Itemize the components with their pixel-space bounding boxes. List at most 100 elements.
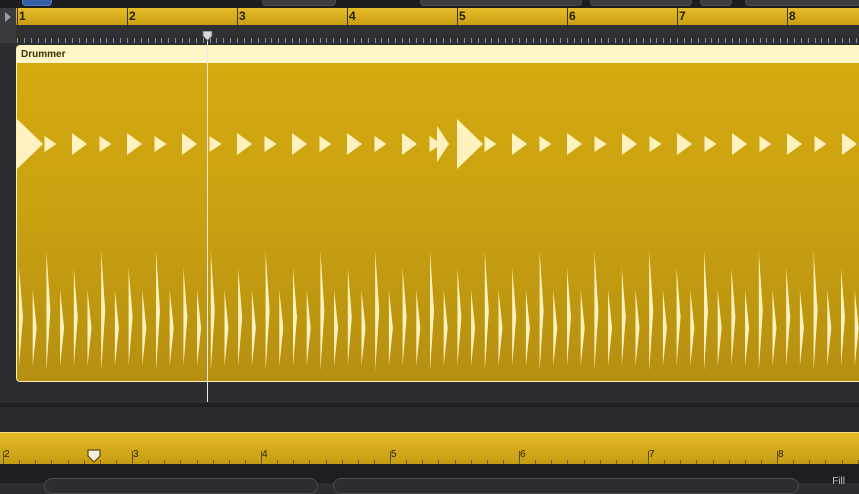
- toolbar-button[interactable]: [262, 0, 336, 6]
- drum-hit-spike: [251, 290, 256, 366]
- drum-hit-spike: [265, 251, 270, 371]
- track-area[interactable]: Drummer: [0, 43, 859, 403]
- drum-hit-spike: [662, 290, 667, 366]
- drum-hit-spike: [525, 290, 530, 366]
- drum-hit-triangle: [594, 136, 607, 152]
- bar-number: 2: [129, 9, 136, 23]
- drum-hit-spike: [690, 290, 695, 366]
- bar-number: 4: [349, 9, 356, 23]
- drum-hit-triangle: [649, 136, 662, 152]
- drum-hit-spike: [758, 251, 763, 371]
- bar-number: 6: [569, 9, 576, 23]
- drum-hit-triangle: [237, 133, 252, 155]
- top-toolbar-strip: [0, 0, 859, 8]
- drum-hit-triangle: [209, 136, 222, 152]
- drum-hit-triangle: [539, 136, 552, 152]
- toolbar-button[interactable]: [700, 0, 732, 6]
- drum-hit-triangle: [182, 133, 197, 155]
- drum-hit-spike: [827, 290, 832, 366]
- drum-hit-triangle: [127, 133, 142, 155]
- playhead-line[interactable]: [207, 36, 208, 402]
- drum-hit-spike: [87, 290, 92, 366]
- drum-hit-triangle: [437, 126, 449, 162]
- drum-hit-spike: [841, 268, 845, 366]
- bar-number: 3: [239, 9, 246, 23]
- drum-hit-triangle: [402, 133, 417, 155]
- drum-hit-spike: [471, 290, 476, 366]
- drum-hit-spike: [799, 290, 804, 366]
- drum-hit-spike: [580, 290, 585, 366]
- drum-hit-spike: [114, 290, 119, 366]
- drum-hit-spike: [334, 290, 339, 366]
- drum-hit-triangle: [484, 136, 497, 152]
- drum-hit-spike: [512, 268, 517, 366]
- drum-hit-spike: [484, 251, 489, 371]
- drum-hit-spike: [786, 268, 791, 366]
- bar-number: 5: [459, 9, 466, 23]
- drum-hit-triangle: [292, 133, 307, 155]
- drummer-region[interactable]: Drummer: [16, 45, 859, 382]
- drum-hit-triangle: [347, 133, 362, 155]
- drum-hit-spike: [635, 290, 640, 366]
- position-marker-icon[interactable]: [86, 448, 102, 464]
- mini-bar-number: 5: [391, 449, 397, 460]
- bottom-controls-bar: [0, 464, 859, 494]
- control-pill[interactable]: [44, 478, 318, 494]
- drum-hit-spike: [128, 268, 133, 366]
- drum-hit-spike: [361, 290, 366, 366]
- drum-hit-triangle: [842, 133, 857, 155]
- drum-hit-triangle: [622, 133, 637, 155]
- disclosure-triangle-icon[interactable]: [5, 12, 11, 22]
- toolbar-button[interactable]: [420, 0, 582, 6]
- drum-hit-spike: [416, 290, 421, 366]
- drum-hit-triangle: [72, 133, 87, 155]
- drum-hit-triangle: [264, 136, 277, 152]
- drum-hit-spike: [717, 290, 722, 366]
- toolbar-button[interactable]: [22, 0, 52, 6]
- drum-hit-spike: [402, 268, 407, 366]
- toolbar-button[interactable]: [745, 0, 859, 6]
- cycle-band[interactable]: [16, 8, 859, 25]
- drum-hit-spike: [101, 251, 106, 371]
- drum-hit-spike: [156, 251, 160, 371]
- drum-hit-triangle: [677, 133, 692, 155]
- bar-ruler[interactable]: 1 2 3 4 5 6 7 8: [0, 8, 859, 44]
- drum-hit-spike: [142, 290, 147, 366]
- drum-hit-spike: [375, 251, 380, 371]
- drum-hit-spike: [224, 290, 229, 366]
- control-pill[interactable]: [333, 478, 799, 494]
- editor-ruler[interactable]: 2 3 4 5 6 7 8: [0, 432, 859, 465]
- bar-number: 7: [679, 9, 686, 23]
- drum-hit-spike: [676, 268, 681, 366]
- drum-hit-spike: [197, 290, 202, 366]
- ruler-left-cap[interactable]: [0, 8, 17, 43]
- drum-hit-triangle: [759, 136, 772, 152]
- drum-hit-spike: [731, 268, 736, 366]
- bar-number: 1: [19, 9, 26, 23]
- drum-hit-spike: [813, 251, 818, 371]
- drum-hit-spike: [60, 290, 65, 366]
- mini-bar-number: 3: [133, 449, 139, 460]
- drum-hit-triangle: [512, 133, 527, 155]
- drum-hit-spike: [73, 268, 78, 366]
- drum-hit-triangle: [457, 119, 483, 169]
- drum-hit-spike: [430, 251, 434, 371]
- drum-hit-spike: [347, 268, 352, 366]
- toolbar-button[interactable]: [590, 0, 692, 6]
- drum-hit-spike: [594, 251, 599, 371]
- playhead-marker-icon[interactable]: [202, 31, 213, 41]
- drum-hit-spike: [169, 290, 174, 366]
- drum-hit-spike: [745, 290, 750, 366]
- drum-hit-triangle: [732, 133, 747, 155]
- drum-hit-triangle: [814, 136, 827, 152]
- drum-hit-spike: [279, 290, 284, 366]
- drum-hit-spike: [553, 290, 558, 366]
- mini-bar-number: 4: [262, 449, 268, 460]
- drum-hit-triangle: [567, 133, 582, 155]
- bar-number: 8: [789, 9, 796, 23]
- editor-background: [0, 407, 859, 432]
- mini-bar-number: 7: [649, 449, 655, 460]
- drum-hits-waveform: [17, 119, 859, 371]
- drum-hit-spike: [306, 290, 311, 366]
- drum-hit-spike: [649, 251, 654, 371]
